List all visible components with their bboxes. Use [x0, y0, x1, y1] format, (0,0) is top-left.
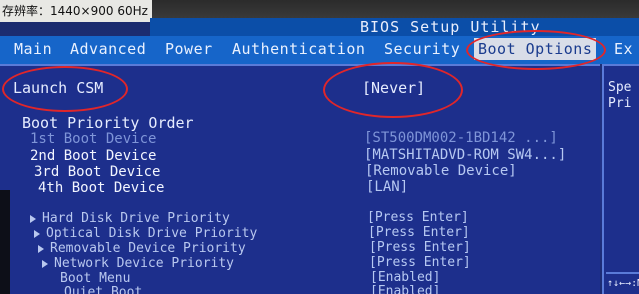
- submenu-removable-device-priority[interactable]: Removable Device Priority: [38, 241, 246, 256]
- tab-advanced[interactable]: Advanced: [70, 40, 146, 58]
- resolution-sticker: 存辨率：1440×900 60Hz: [0, 0, 152, 22]
- bios-screen: 存辨率：1440×900 60Hz BIOS Setup Utility Mai…: [0, 0, 639, 294]
- help-text-line-2: Pri: [608, 96, 632, 111]
- boot-menu-label[interactable]: Boot Menu: [60, 271, 130, 286]
- boot-device-1-label[interactable]: 1st Boot Device: [30, 131, 156, 147]
- submenu-arrow-icon: [30, 214, 36, 223]
- monitor-bezel-edge: [0, 190, 10, 294]
- submenu-arrow-icon: [42, 259, 48, 268]
- submenu-label: Hard Disk Drive Priority: [42, 211, 230, 226]
- boot-menu-value[interactable]: [Enabled]: [370, 270, 440, 285]
- submenu-label: Optical Disk Drive Priority: [46, 226, 258, 241]
- annotation-circle-launch-csm: [2, 66, 128, 112]
- quiet-boot-value[interactable]: [Enabled]: [370, 284, 440, 294]
- submenu-hard-disk-priority[interactable]: Hard Disk Drive Priority: [30, 211, 230, 226]
- submenu-label: Removable Device Priority: [50, 241, 246, 256]
- help-text-line-1: Spe: [608, 80, 632, 95]
- network-device-priority-value[interactable]: [Press Enter]: [369, 255, 471, 270]
- boot-device-2-label[interactable]: 2nd Boot Device: [30, 148, 156, 164]
- boot-priority-order-heading: Boot Priority Order: [22, 114, 194, 132]
- boot-device-2-value[interactable]: [MATSHITADVD-ROM SW4...]: [364, 147, 566, 163]
- submenu-label: Network Device Priority: [54, 256, 235, 271]
- annotation-circle-never-value: [323, 62, 463, 118]
- quiet-boot-label[interactable]: Quiet Boot: [64, 285, 142, 294]
- tab-power[interactable]: Power: [165, 40, 213, 58]
- boot-device-4-value[interactable]: [LAN]: [366, 179, 408, 195]
- boot-device-1-value[interactable]: [ST500DM002-1BD142 ...]: [364, 130, 558, 146]
- tab-security[interactable]: Security: [384, 40, 460, 58]
- tab-main[interactable]: Main: [14, 40, 52, 58]
- tab-authentication[interactable]: Authentication: [232, 40, 365, 58]
- hard-disk-priority-value[interactable]: [Press Enter]: [367, 210, 469, 225]
- navigation-keys-hint: ↑↓←→:Mo: [607, 278, 639, 289]
- removable-device-priority-value[interactable]: [Press Enter]: [369, 240, 471, 255]
- submenu-arrow-icon: [34, 229, 40, 238]
- tab-exit[interactable]: Ex: [614, 40, 633, 58]
- boot-device-4-label[interactable]: 4th Boot Device: [38, 180, 164, 196]
- submenu-optical-disk-priority[interactable]: Optical Disk Drive Priority: [34, 226, 257, 241]
- boot-device-3-value[interactable]: [Removable Device]: [365, 163, 517, 179]
- submenu-arrow-icon: [38, 244, 44, 253]
- boot-device-3-label[interactable]: 3rd Boot Device: [34, 164, 160, 180]
- submenu-network-device-priority[interactable]: Network Device Priority: [42, 256, 234, 271]
- optical-disk-priority-value[interactable]: [Press Enter]: [368, 225, 470, 240]
- annotation-circle-boot-options: [466, 30, 606, 70]
